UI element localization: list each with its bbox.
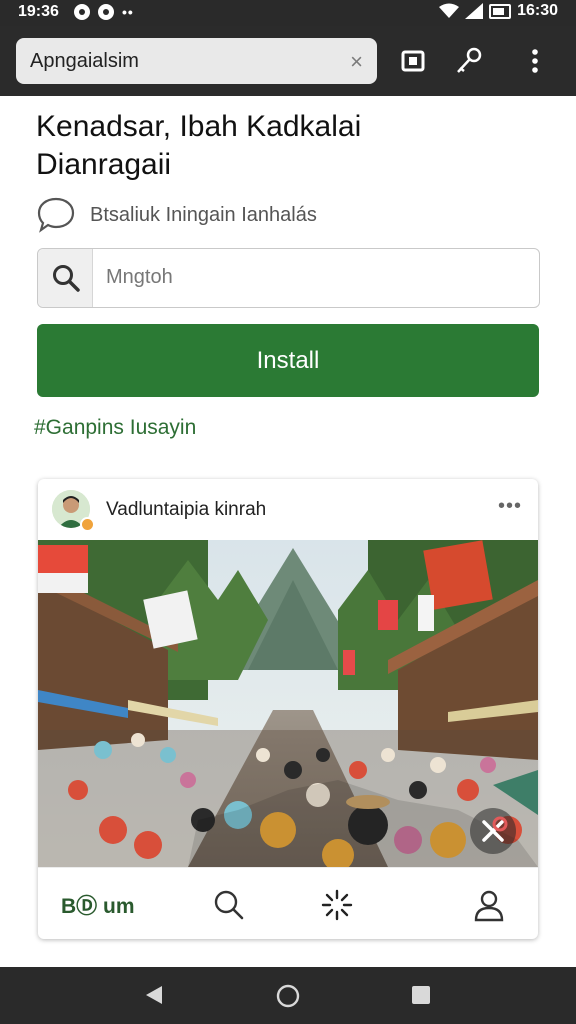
key-icon[interactable] <box>454 46 484 76</box>
more-notifications-icon: •• <box>122 4 134 20</box>
post-bottom-nav: BⒹ um <box>38 867 538 939</box>
page-title-line-2: Dianragaii <box>36 148 172 181</box>
speech-bubble-icon <box>37 197 75 233</box>
profile-icon[interactable] <box>472 888 506 922</box>
comment-link[interactable]: Btsaliuk Iningain Ianhalás <box>36 196 536 234</box>
status-right: 16:30 <box>439 2 558 20</box>
tab-switcher-icon[interactable] <box>398 46 428 76</box>
sync-icon <box>98 4 114 20</box>
status-bar: 19:36 •• 16:30 <box>0 0 576 26</box>
browser-toolbar: Apngaialsim × <box>0 26 576 96</box>
status-time: 19:36 <box>18 3 59 20</box>
search-button[interactable] <box>38 249 93 307</box>
online-status-dot <box>80 517 95 532</box>
url-field[interactable]: Apngaialsim × <box>16 38 377 84</box>
loading-spinner-icon[interactable] <box>320 888 354 922</box>
nav-home-label[interactable]: BⒹ um <box>61 890 135 920</box>
post-image[interactable] <box>38 540 538 867</box>
url-text: Apngaialsim <box>30 50 139 72</box>
status-time-right: 16:30 <box>517 2 558 19</box>
market-photo <box>38 540 538 867</box>
back-icon[interactable] <box>143 984 165 1006</box>
search-icon[interactable] <box>212 888 246 922</box>
comment-text: Btsaliuk Iningain Ianhalás <box>90 204 317 226</box>
more-options-icon[interactable]: ••• <box>498 495 522 518</box>
post-card: Vadluntaipia kinrah ••• BⒹ um <box>38 479 538 939</box>
battery-icon <box>489 3 512 19</box>
page-title: Kenadsar, Ibah Kadkalai Dianragaii <box>36 108 546 184</box>
crossed-tools-icon <box>482 816 508 842</box>
photo-action-button[interactable] <box>470 808 516 854</box>
install-button[interactable]: Install <box>37 324 539 397</box>
overflow-menu-icon[interactable] <box>520 46 550 76</box>
clear-url-icon[interactable]: × <box>350 49 363 75</box>
search-input[interactable]: Mngtoh <box>37 248 540 308</box>
hashtag-link[interactable]: #Ganpins Iusayin <box>34 416 196 440</box>
home-icon[interactable] <box>276 984 300 1008</box>
recent-apps-icon[interactable] <box>410 984 432 1006</box>
signal-icon <box>465 3 484 19</box>
search-icon <box>53 265 80 292</box>
post-author[interactable]: Vadluntaipia kinrah <box>106 499 266 521</box>
system-navigation-bar <box>0 967 576 1024</box>
status-left-icons: •• <box>74 4 134 20</box>
search-value: Mngtoh <box>106 266 173 288</box>
wifi-icon <box>439 3 460 18</box>
notification-icon <box>74 4 90 20</box>
page-title-line-1: Kenadsar, Ibah Kadkalai <box>36 110 362 143</box>
post-header: Vadluntaipia kinrah ••• <box>38 479 538 540</box>
